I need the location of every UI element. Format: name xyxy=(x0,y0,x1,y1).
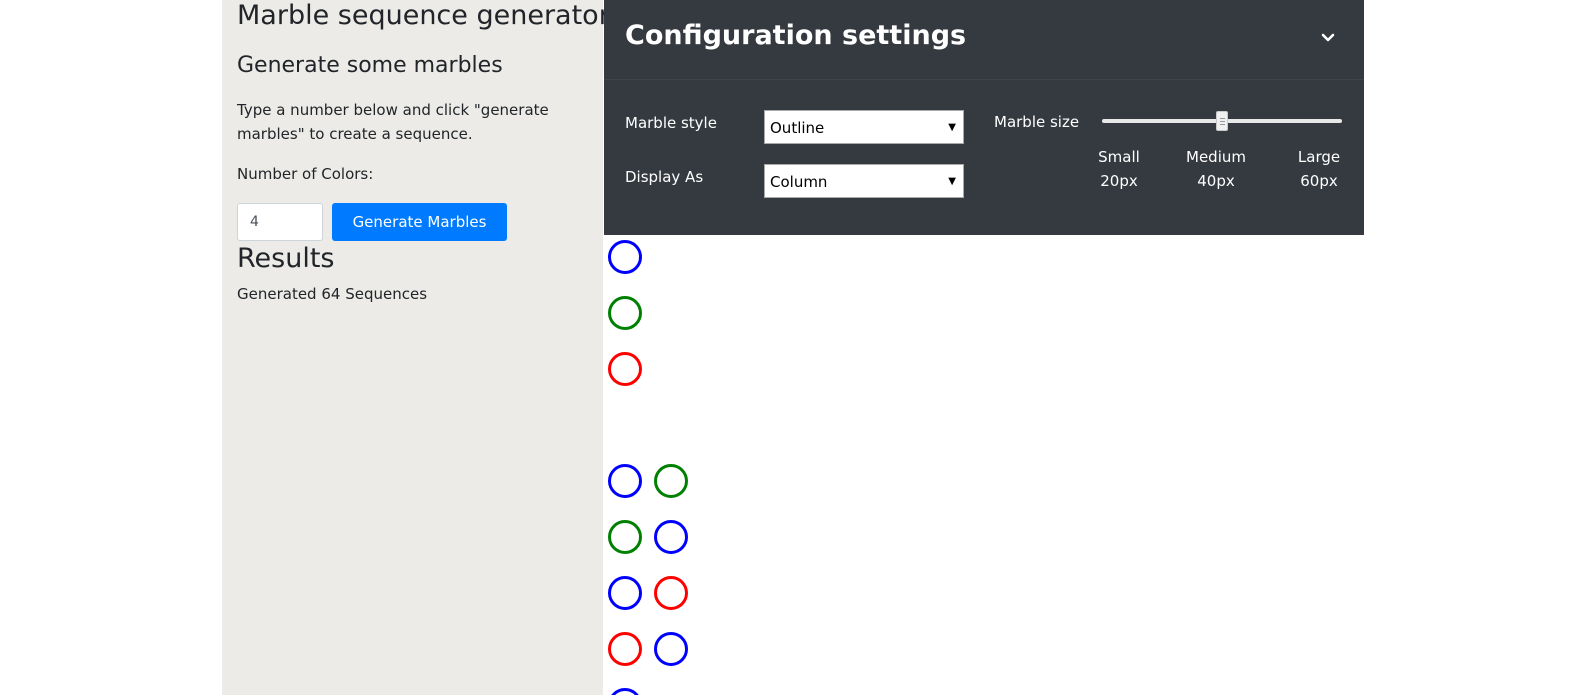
marble-blue xyxy=(608,464,642,498)
marble-green xyxy=(654,464,688,498)
tick-medium-value: 40px xyxy=(1197,172,1235,190)
results-title: Results xyxy=(237,243,335,274)
results-count: Generated 64 Sequences xyxy=(237,285,428,303)
marble-size-slider-handle[interactable] xyxy=(1216,111,1228,131)
marble-red xyxy=(654,576,688,610)
marble-red xyxy=(608,352,642,386)
dropdown-arrow-icon: ▼ xyxy=(948,122,956,133)
app-title: Marble sequence generator xyxy=(237,0,610,31)
tick-large-value: 60px xyxy=(1300,172,1338,190)
marble-blue xyxy=(608,240,642,274)
configuration-header[interactable]: Configuration settings xyxy=(604,0,1364,80)
marble-sequence xyxy=(608,576,688,610)
marble-size-label: Marble size xyxy=(994,113,1080,131)
marble-sequence xyxy=(608,688,642,695)
marble-blue xyxy=(608,688,642,695)
marble-green xyxy=(608,520,642,554)
marble-sequence xyxy=(608,296,642,330)
display-as-value: Column xyxy=(770,173,828,191)
marble-red xyxy=(608,632,642,666)
marble-sequence xyxy=(608,520,688,554)
tick-medium-label: Medium xyxy=(1186,148,1246,166)
chevron-down-icon[interactable] xyxy=(1314,24,1342,52)
marble-green xyxy=(608,296,642,330)
tick-small-label: Small xyxy=(1098,148,1140,166)
marble-blue xyxy=(654,520,688,554)
generate-marbles-button[interactable]: Generate Marbles xyxy=(332,203,507,241)
marble-sequence xyxy=(608,240,642,274)
instructions-text: Type a number below and click "generate … xyxy=(237,101,549,143)
display-as-select[interactable]: Column ▼ xyxy=(764,164,964,198)
configuration-title: Configuration settings xyxy=(625,20,967,51)
marble-style-value: Outline xyxy=(770,119,825,137)
marble-sequence xyxy=(608,632,688,666)
number-of-colors-input[interactable] xyxy=(237,203,323,241)
marble-style-label: Marble style xyxy=(625,114,717,132)
marble-sequence xyxy=(608,464,688,498)
marble-blue xyxy=(654,632,688,666)
marble-sequence xyxy=(608,352,642,386)
display-as-label: Display As xyxy=(625,168,704,186)
dropdown-arrow-icon: ▼ xyxy=(948,176,956,187)
tick-small-value: 20px xyxy=(1100,172,1138,190)
number-of-colors-label: Number of Colors: xyxy=(237,165,374,183)
section-title: Generate some marbles xyxy=(237,53,503,78)
configuration-panel: Configuration settings Marble style Outl… xyxy=(604,0,1364,235)
marble-results xyxy=(604,235,1364,695)
marble-style-select[interactable]: Outline ▼ xyxy=(764,110,964,144)
marble-blue xyxy=(608,576,642,610)
tick-large-label: Large xyxy=(1297,148,1341,166)
sidebar: Marble sequence generator Generate some … xyxy=(222,0,610,695)
